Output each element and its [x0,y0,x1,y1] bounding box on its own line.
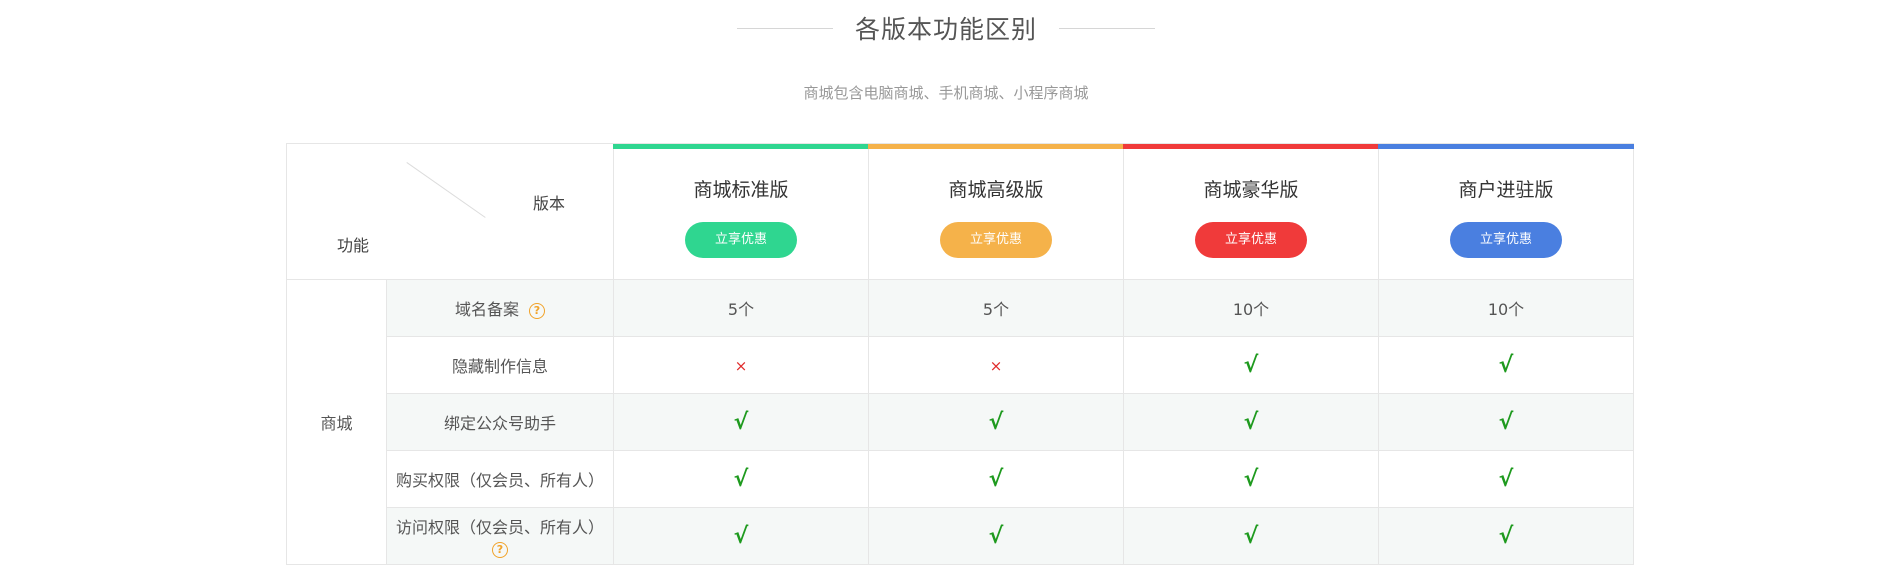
check-icon: √ [1243,352,1259,378]
corner-diagonal-line [406,162,486,218]
check-icon: √ [1243,523,1259,549]
feature-name-cell: 域名备案? [386,279,614,337]
table-row: 商城 域名备案? 5个 5个 10个 10个 [286,279,1634,565]
value-cell: √ [1123,336,1379,394]
corner-version-label: 版本 [532,194,565,213]
value-cell: √ [1378,336,1634,394]
version-header-merchant: 商户进驻版 立享优惠 [1378,143,1634,280]
version-name: 商城高级版 [948,179,1044,201]
check-icon: √ [733,523,749,549]
value-cell: 10个 [1123,279,1379,337]
value-cell: √ [868,507,1124,565]
value-text: 10个 [1487,300,1525,319]
version-header-standard: 商城标准版 立享优惠 [613,143,869,280]
feature-label: 域名备案 [454,300,519,319]
get-discount-button-standard[interactable]: 立享优惠 [685,222,797,258]
value-cell: √ [613,450,869,508]
get-discount-button-luxury[interactable]: 立享优惠 [1195,222,1307,258]
cross-icon: × [989,356,1003,375]
value-text: 10个 [1232,300,1270,319]
feature-name-cell: 绑定公众号助手 [386,393,614,451]
value-cell: √ [1123,507,1379,565]
version-accent-bar [868,144,1124,149]
value-cell: 5个 [868,279,1124,337]
version-accent-bar [1123,144,1379,149]
check-icon: √ [988,523,1004,549]
category-cell: 商城 [286,279,387,565]
value-cell: 5个 [613,279,869,337]
table-header-row: 版本 功能 商城标准版 立享优惠 商城高级版 立享优惠 商城豪华版 立享优惠 商… [286,143,1634,280]
version-comparison-table: 版本 功能 商城标准版 立享优惠 商城高级版 立享优惠 商城豪华版 立享优惠 商… [286,143,1634,565]
heading-right-line [1059,27,1155,29]
version-header-luxury: 商城豪华版 立享优惠 [1123,143,1379,280]
feature-name-cell: 购买权限（仅会员、所有人） [386,450,614,508]
version-name: 商户进驻版 [1458,179,1554,201]
value-cell: √ [613,393,869,451]
value-cell: √ [1378,393,1634,451]
value-cell: × [613,336,869,394]
check-icon: √ [733,409,749,435]
value-cell: √ [1378,450,1634,508]
corner-header-cell: 版本 功能 [286,143,614,280]
feature-label: 访问权限（仅会员、所有人） [395,518,604,537]
check-icon: √ [1243,466,1259,492]
value-text: 5个 [982,300,1010,319]
check-icon: √ [733,466,749,492]
feature-label: 绑定公众号助手 [443,414,556,433]
value-cell: √ [868,450,1124,508]
table-row: 访问权限（仅会员、所有人）? √ √ √ √ [287,507,1634,565]
value-cell: √ [1123,393,1379,451]
version-header-advanced: 商城高级版 立享优惠 [868,143,1124,280]
page-subtitle: 商城包含电脑商城、手机商城、小程序商城 [803,84,1089,102]
help-circle-icon[interactable]: ? [492,542,508,558]
feature-label: 购买权限（仅会员、所有人） [395,471,604,490]
value-cell: √ [868,393,1124,451]
value-cell: √ [1123,450,1379,508]
heading-left-line [736,27,833,29]
check-icon: √ [1498,352,1514,378]
feature-name-cell: 隐藏制作信息 [386,336,614,394]
value-cell: √ [1378,507,1634,565]
get-discount-button-merchant[interactable]: 立享优惠 [1450,222,1562,258]
get-discount-button-advanced[interactable]: 立享优惠 [940,222,1052,258]
check-icon: √ [1498,466,1514,492]
feature-name-cell: 访问权限（仅会员、所有人）? [386,507,614,565]
version-accent-bar [1378,144,1634,149]
value-text: 5个 [727,300,755,319]
page-title: 各版本功能区别 [854,15,1037,44]
check-icon: √ [1243,409,1259,435]
table-row: 绑定公众号助手 √ √ √ √ [287,393,1634,451]
table-row: 隐藏制作信息 × × √ √ [287,336,1634,394]
feature-label: 隐藏制作信息 [451,357,548,376]
version-name: 商城豪华版 [1203,179,1299,201]
check-icon: √ [988,409,1004,435]
version-accent-bar [613,144,869,149]
section-heading: 各版本功能区别 [0,8,1892,48]
check-icon: √ [1498,409,1514,435]
value-cell: √ [613,507,869,565]
help-circle-icon[interactable]: ? [529,302,545,319]
corner-feature-label: 功能 [337,236,370,255]
cross-icon: × [734,356,748,375]
check-icon: √ [1498,523,1514,549]
table-row: 购买权限（仅会员、所有人） √ √ √ √ [287,450,1634,508]
value-cell: × [868,336,1124,394]
version-name: 商城标准版 [693,179,789,201]
value-cell: 10个 [1378,279,1634,337]
check-icon: √ [988,466,1004,492]
